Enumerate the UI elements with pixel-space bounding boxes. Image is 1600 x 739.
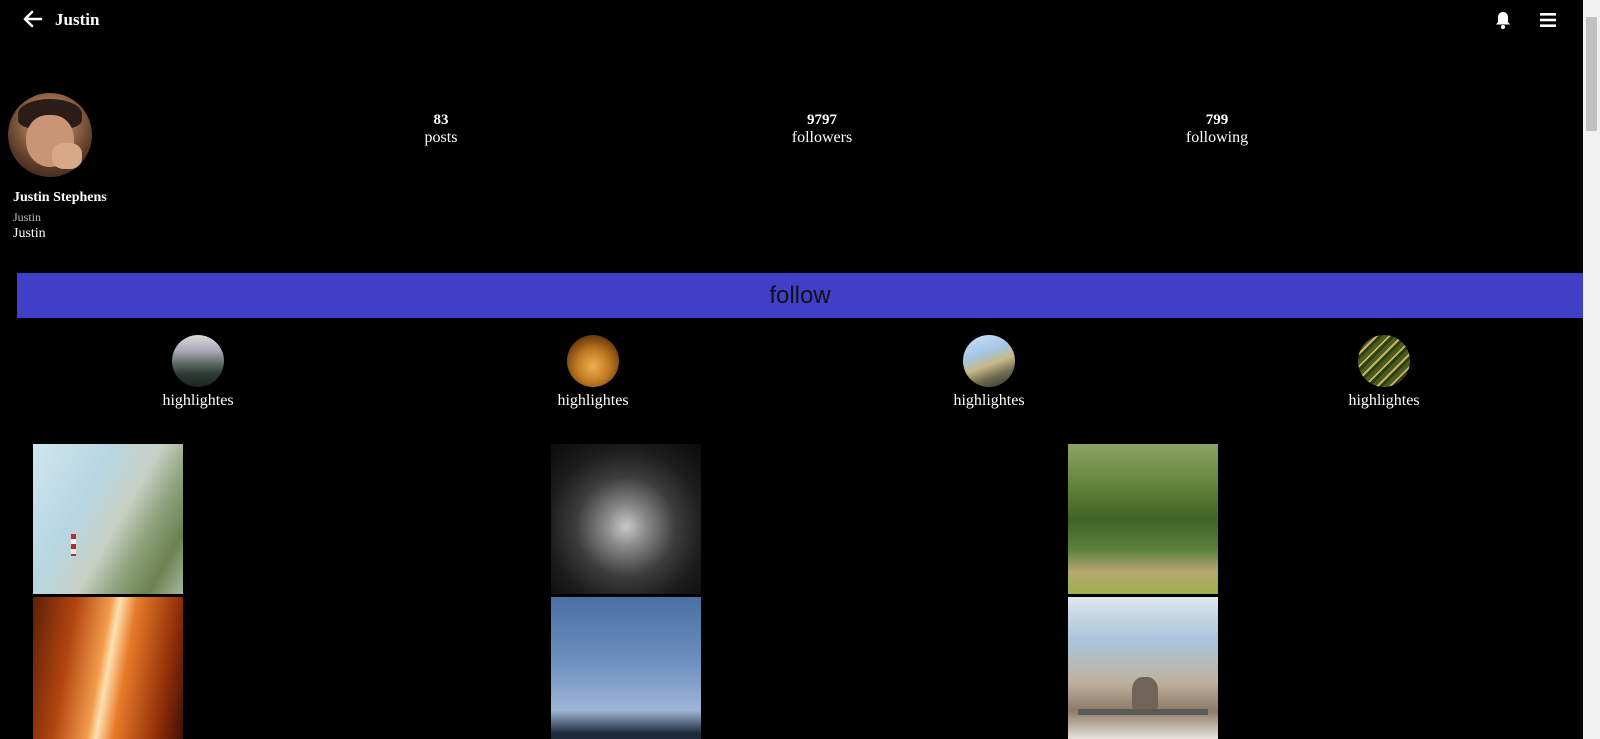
post-thumbnail[interactable]: [33, 597, 183, 739]
back-button[interactable]: [23, 9, 43, 29]
post-thumbnail[interactable]: [33, 444, 183, 594]
highlight-thumbnail: [172, 335, 224, 387]
highlight-thumbnail: [567, 335, 619, 387]
post-thumbnail[interactable]: [551, 597, 701, 739]
followers-count: 9797: [807, 112, 837, 128]
following-count: 799: [1205, 112, 1229, 128]
profile-bio: Justin: [13, 226, 46, 241]
highlight-item[interactable]: highlightes: [1324, 335, 1444, 410]
highlight-thumbnail: [963, 335, 1015, 387]
highlight-label: highlightes: [953, 392, 1025, 409]
menu-button[interactable]: [1538, 11, 1558, 29]
hamburger-menu-icon: [1540, 13, 1556, 27]
page-title: Justin: [55, 10, 100, 29]
scrollbar-thumb[interactable]: [1586, 17, 1597, 131]
posts-stat[interactable]: 83 posts: [371, 111, 511, 147]
post-thumbnail[interactable]: [1068, 597, 1218, 739]
highlight-item[interactable]: highlightes: [533, 335, 653, 410]
posts-count: 83: [433, 112, 449, 128]
posts-label: posts: [424, 129, 458, 146]
highlight-item[interactable]: highlightes: [929, 335, 1049, 410]
followers-stat[interactable]: 9797 followers: [752, 111, 892, 147]
avatar[interactable]: [8, 93, 92, 177]
highlight-label: highlightes: [1348, 392, 1420, 409]
following-stat[interactable]: 799 following: [1147, 111, 1287, 147]
arrow-left-icon: [23, 10, 43, 28]
following-label: following: [1185, 129, 1249, 146]
top-bar: Justin: [0, 0, 1583, 40]
highlight-item[interactable]: highlightes: [138, 335, 258, 410]
profile-name: Justin Stephens: [13, 190, 107, 205]
profile-username: Justin: [13, 210, 42, 224]
highlight-label: highlightes: [557, 392, 629, 409]
followers-label: followers: [791, 129, 853, 146]
highlight-label: highlightes: [162, 392, 234, 409]
profile-page: Justin Justin Stephens Justin Justin 83 …: [0, 0, 1583, 739]
post-thumbnail[interactable]: [551, 444, 701, 594]
notifications-button[interactable]: [1493, 10, 1513, 30]
post-thumbnail[interactable]: [1068, 444, 1218, 594]
bell-icon: [1496, 12, 1510, 29]
highlight-thumbnail: [1358, 335, 1410, 387]
follow-button[interactable]: follow: [17, 273, 1583, 318]
